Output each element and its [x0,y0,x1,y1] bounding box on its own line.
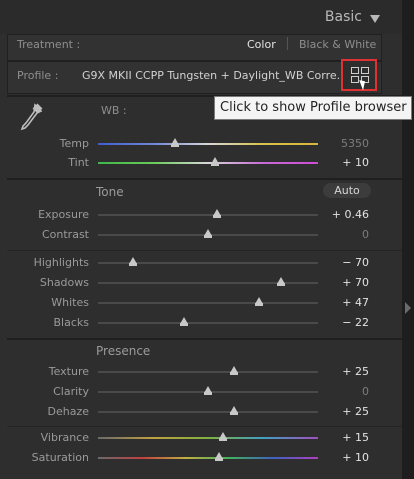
slider-track[interactable] [98,411,318,413]
slider-row-contrast: Contrast 0 [0,225,402,245]
slider-row-tint: Tint + 10 [0,153,402,173]
slider-thumb[interactable] [210,163,219,166]
slider-label: Clarity [53,385,89,398]
slider-track[interactable] [98,143,318,145]
profile-browser-button[interactable] [341,59,377,91]
slider-thumb[interactable] [129,263,138,266]
right-panel-edge[interactable] [402,0,414,479]
slider-value[interactable]: − 22 [342,316,369,329]
slider-value[interactable]: + 25 [342,365,369,378]
presence-section-title: Presence [96,344,151,358]
slider-value[interactable]: − 70 [342,256,369,269]
slider-thumb[interactable] [171,144,179,147]
panel-title: Basic [324,9,362,25]
slider-row-shadows: Shadows + 70 [0,273,402,293]
slider-value[interactable]: + 10 [342,451,369,464]
slider-track[interactable] [98,282,318,284]
slider-label: Exposure [38,208,89,221]
slider-thumb[interactable] [230,412,239,415]
slider-row-temp: Temp 5350 [0,134,402,154]
slider-thumb[interactable] [179,323,188,326]
divider [7,250,402,251]
slider-track[interactable] [98,162,318,164]
slider-row-exposure: Exposure + 0.46 [0,205,402,225]
slider-label: Contrast [41,228,89,241]
slider-thumb[interactable] [212,215,221,218]
treatment-label: Treatment : [17,38,81,51]
slider-row-whites: Whites + 47 [0,293,402,313]
slider-value[interactable]: + 15 [342,431,369,444]
slider-track[interactable] [98,371,318,373]
slider-value[interactable]: + 47 [342,296,369,309]
develop-basic-panel: Basic Treatment : Color Black & White Pr… [0,0,402,479]
slider-thumb[interactable] [204,392,212,395]
slider-track[interactable] [98,322,318,324]
profile-browser-tooltip: Click to show Profile browser [214,96,412,120]
grid-icon [351,67,359,74]
slider-row-texture: Texture + 25 [0,362,402,382]
slider-label: Tint [68,156,89,169]
slider-track[interactable] [98,457,318,459]
divider [7,178,402,180]
treatment-bw-option[interactable]: Black & White [299,38,376,51]
collapse-triangle-icon[interactable] [370,15,380,23]
slider-thumb[interactable] [204,235,212,238]
profile-label: Profile : [17,69,59,82]
slider-track[interactable] [98,302,318,304]
tone-section-title: Tone [96,185,124,199]
slider-value[interactable]: 0 [362,385,369,398]
slider-value[interactable]: + 0.46 [332,208,369,221]
slider-row-saturation: Saturation + 10 [0,448,402,468]
slider-label: Dehaze [47,405,90,418]
slider-thumb[interactable] [215,458,223,461]
slider-value[interactable]: 5350 [341,137,369,150]
slider-thumb[interactable] [230,372,239,375]
slider-label: Saturation [31,451,89,464]
divider [7,426,402,427]
slider-row-blacks: Blacks − 22 [0,313,402,333]
slider-thumb[interactable] [219,438,228,441]
slider-label: Temp [59,137,89,150]
expand-arrow-icon[interactable] [405,302,411,314]
slider-value[interactable]: + 70 [342,276,369,289]
treatment-color-option[interactable]: Color [247,38,276,51]
panel-header[interactable]: Basic [0,0,402,34]
divider [7,338,402,340]
slider-value[interactable]: + 25 [342,405,369,418]
slider-row-vibrance: Vibrance + 15 [0,428,402,448]
slider-label: Texture [48,365,89,378]
grid-icon [361,67,369,74]
slider-label: Shadows [39,276,89,289]
slider-label: Blacks [53,316,90,329]
slider-row-clarity: Clarity 0 [0,382,402,402]
slider-label: Whites [51,296,89,309]
slider-row-dehaze: Dehaze + 25 [0,402,402,422]
slider-label: Vibrance [40,431,89,444]
wb-label: WB : [101,104,127,117]
slider-thumb[interactable] [254,303,263,306]
profile-dropdown[interactable]: G9X MKII CCPP Tungsten + Daylight_WB Cor… [82,69,347,82]
slider-value[interactable]: 0 [362,228,369,241]
slider-track[interactable] [98,437,318,439]
slider-label: Highlights [33,256,89,269]
slider-thumb[interactable] [276,283,285,286]
slider-value[interactable]: + 10 [342,156,369,169]
slider-track[interactable] [98,214,318,216]
auto-tone-button[interactable]: Auto [323,183,371,198]
slider-row-highlights: Highlights − 70 [0,253,402,273]
eyedropper-icon[interactable] [19,103,43,133]
grid-icon [351,76,359,83]
treatment-separator [287,37,288,50]
